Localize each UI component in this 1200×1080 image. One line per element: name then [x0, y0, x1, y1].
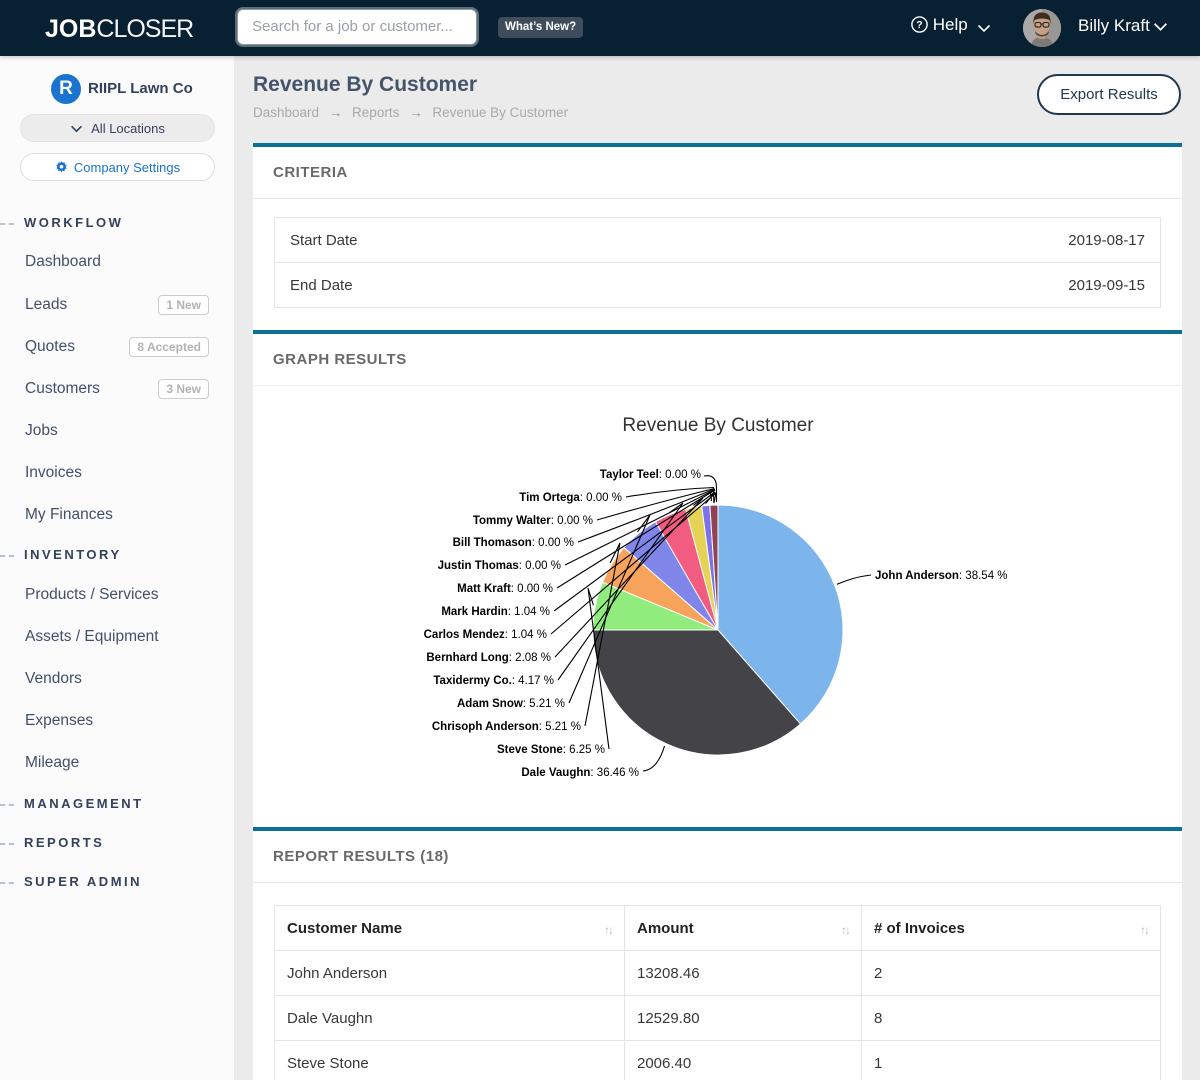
- svg-text:Taxidermy Co.: 4.17 %: Taxidermy Co.: 4.17 %: [433, 675, 554, 687]
- svg-text:Revenue By Customer: Revenue By Customer: [622, 415, 814, 436]
- svg-text:Bernhard Long: 2.08 %: Bernhard Long: 2.08 %: [426, 652, 551, 664]
- svg-text:Chrisoph Anderson: 5.21 %: Chrisoph Anderson: 5.21 %: [432, 721, 581, 733]
- svg-text:Mark Hardin: 1.04 %: Mark Hardin: 1.04 %: [441, 606, 550, 618]
- svg-text:John Anderson: 38.54 %: John Anderson: 38.54 %: [875, 570, 1008, 582]
- svg-text:Tim Ortega: 0.00 %: Tim Ortega: 0.00 %: [519, 492, 622, 504]
- svg-text:Matt Kraft: 0.00 %: Matt Kraft: 0.00 %: [457, 583, 553, 595]
- svg-text:Taylor Teel: 0.00 %: Taylor Teel: 0.00 %: [600, 469, 701, 481]
- svg-text:Bill Thomason: 0.00 %: Bill Thomason: 0.00 %: [453, 537, 574, 549]
- svg-text:Steve Stone: 6.25 %: Steve Stone: 6.25 %: [497, 744, 605, 756]
- svg-text:Justin Thomas: 0.00 %: Justin Thomas: 0.00 %: [438, 560, 561, 572]
- svg-text:Adam Snow: 5.21 %: Adam Snow: 5.21 %: [457, 698, 565, 710]
- svg-text:Carlos Mendez: 1.04 %: Carlos Mendez: 1.04 %: [424, 629, 547, 641]
- svg-text:?: ?: [916, 19, 922, 31]
- svg-text:Dale Vaughn: 36.46 %: Dale Vaughn: 36.46 %: [521, 767, 639, 779]
- svg-text:Tommy Walter: 0.00 %: Tommy Walter: 0.00 %: [473, 515, 593, 527]
